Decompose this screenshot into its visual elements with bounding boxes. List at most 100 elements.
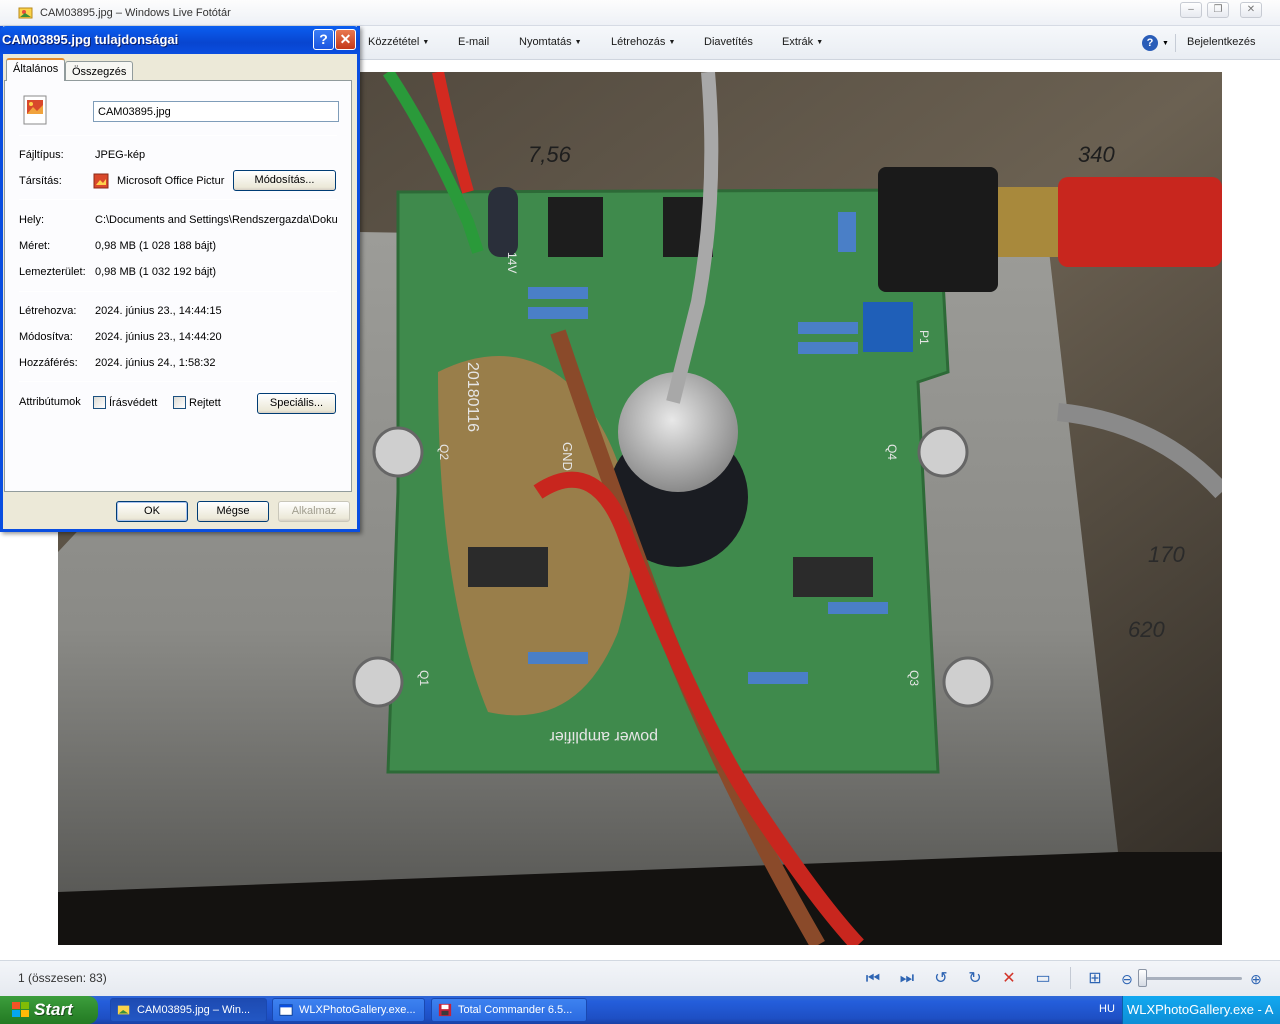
red-rca-plug (1058, 177, 1222, 267)
chalk-mark: 620 (1128, 617, 1165, 642)
hidden-label[interactable]: Rejtett (189, 397, 221, 409)
rca-jack (878, 167, 998, 292)
rotate-left-icon[interactable]: ↺ (930, 968, 952, 990)
resistor (798, 322, 858, 334)
tray-task-wlx[interactable]: WLXPhotoGallery.exe - A (1122, 996, 1280, 1024)
modified-value: 2024. június 23., 14:44:20 (95, 331, 222, 343)
pcb-gnd-label: GND (560, 442, 575, 471)
zoom-in-icon[interactable]: ⊕ (1245, 968, 1267, 990)
change-association-button[interactable]: Módosítás... (233, 170, 336, 191)
hidden-checkbox[interactable] (173, 396, 186, 409)
advanced-button[interactable]: Speciális... (257, 393, 336, 414)
ic-chip-1 (548, 197, 603, 257)
resistor (748, 672, 808, 684)
toolbar-separator (1070, 967, 1071, 989)
next-icon[interactable]: ⏭ (896, 968, 918, 990)
jpeg-file-icon (23, 95, 47, 125)
resistor (528, 652, 588, 664)
pcb-q2-label: Q2 (437, 444, 451, 460)
rotate-right-icon[interactable]: ↻ (964, 968, 986, 990)
tab-summary[interactable]: Összegzés (65, 61, 134, 82)
cancel-button[interactable]: Mégse (197, 501, 269, 522)
accessed-value: 2024. június 24., 1:58:32 (95, 357, 216, 369)
filename-field[interactable] (93, 101, 339, 122)
minimize-button[interactable]: – (1180, 2, 1202, 18)
menu-create[interactable]: Létrehozás ▼ (611, 36, 675, 48)
start-label: Start (34, 1000, 73, 1019)
apply-button[interactable]: Alkalmaz (278, 501, 350, 522)
signin-link[interactable]: Bejelentkezés (1187, 36, 1256, 48)
location-label: Hely: (19, 214, 45, 226)
dialog-titlebar[interactable]: CAM03895.jpg tulajdonságai ? ✕ (0, 26, 360, 54)
pcb-date-label: 20180116 (464, 362, 481, 432)
fit-icon[interactable]: ⊞ (1084, 968, 1106, 990)
readonly-label[interactable]: Írásvédett (109, 397, 157, 409)
screw-right-top (917, 426, 969, 478)
created-value: 2024. június 23., 14:44:15 (95, 305, 222, 317)
disk-size-label: Lemezterület: (19, 266, 86, 278)
dialog-close-button[interactable]: ✕ (335, 29, 356, 50)
menu-slideshow[interactable]: Diavetítés (704, 36, 753, 48)
office-picture-icon (93, 173, 109, 189)
resistor (828, 602, 888, 614)
delete-icon[interactable]: ✕ (998, 968, 1020, 990)
taskbar-item-wlx[interactable]: WLXPhotoGallery.exe... (272, 998, 425, 1022)
start-button[interactable]: Start (0, 996, 98, 1024)
size-value: 0,98 MB (1 028 188 bájt) (95, 240, 217, 252)
size-label: Méret: (19, 240, 51, 252)
tab-general[interactable]: Általános (6, 58, 66, 81)
zoom-out-icon[interactable]: ⊖ (1116, 968, 1138, 990)
divider (19, 381, 337, 382)
app-title: CAM03895.jpg – Windows Live Fotótár (40, 7, 231, 19)
small-capacitor (488, 187, 518, 257)
close-button[interactable]: ✕ (1240, 2, 1262, 18)
menu-separator (1175, 34, 1176, 52)
chalk-mark: 170 (1148, 542, 1185, 567)
photo-gallery-icon (18, 7, 33, 19)
dialog-help-button[interactable]: ? (313, 29, 334, 50)
rca-connector (998, 187, 1058, 257)
divider (19, 291, 337, 292)
zoom-slider-track[interactable] (1146, 977, 1242, 980)
zoom-slider-thumb[interactable] (1138, 969, 1147, 987)
help-caret-icon[interactable]: ▼ (1162, 40, 1169, 47)
taskbar-item-photo-gallery[interactable]: CAM03895.jpg – Win... (110, 998, 267, 1022)
resistor (798, 342, 858, 354)
accessed-label: Hozzáférés: (19, 357, 78, 369)
window-icon (279, 1004, 293, 1016)
attributes-label: Attribútumok (19, 396, 81, 408)
assoc-label: Társítás: (19, 175, 62, 187)
floppy-icon (438, 1003, 452, 1017)
chalk-mark: 340 (1078, 142, 1115, 167)
transistor-left (468, 547, 548, 587)
disk-size-value: 0,98 MB (1 032 192 bájt) (95, 266, 217, 278)
type-value: JPEG-kép (95, 149, 146, 161)
screw-left-bottom (352, 656, 404, 708)
screw-left-top (372, 426, 424, 478)
type-label: Fájltípus: (19, 149, 64, 161)
help-icon[interactable]: ? (1142, 35, 1158, 51)
previous-icon[interactable]: ⏮ (862, 968, 884, 990)
statusbar: 1 (összesen: 83) ⏮ ⏭ ↺ ↻ ✕ ▭ ⊞ ⊖ ⊕ (0, 960, 1280, 996)
pcb-q1-label: Q1 (417, 670, 431, 686)
menu-extras[interactable]: Extrák ▼ (782, 36, 823, 48)
pcb-voltage-label: 14V (505, 252, 519, 273)
properties-dialog: CAM03895.jpg tulajdonságai ? ✕ Általános… (0, 26, 360, 532)
menu-publish[interactable]: Közzététel ▼ (368, 36, 429, 48)
photo-gallery-icon (117, 1005, 130, 1015)
menu-print[interactable]: Nyomtatás ▼ (519, 36, 582, 48)
app-titlebar[interactable]: CAM03895.jpg – Windows Live Fotótár – ❐ … (0, 0, 1280, 26)
pcb-q3-label: Q3 (907, 670, 921, 686)
ok-button[interactable]: OK (116, 501, 188, 522)
created-label: Létrehozva: (19, 305, 77, 317)
readonly-checkbox[interactable] (93, 396, 106, 409)
pcb-product-label: power amplifier (549, 728, 658, 745)
resistor (528, 307, 588, 319)
divider (19, 199, 337, 200)
language-indicator[interactable]: HU (1094, 996, 1122, 1024)
menu-email[interactable]: E-mail (458, 36, 489, 48)
location-value: C:\Documents and Settings\Rendszergazda\… (95, 214, 337, 226)
taskbar-item-total-commander[interactable]: Total Commander 6.5... (431, 998, 587, 1022)
maximize-button[interactable]: ❐ (1207, 2, 1229, 18)
slideshow-icon[interactable]: ▭ (1032, 968, 1054, 990)
